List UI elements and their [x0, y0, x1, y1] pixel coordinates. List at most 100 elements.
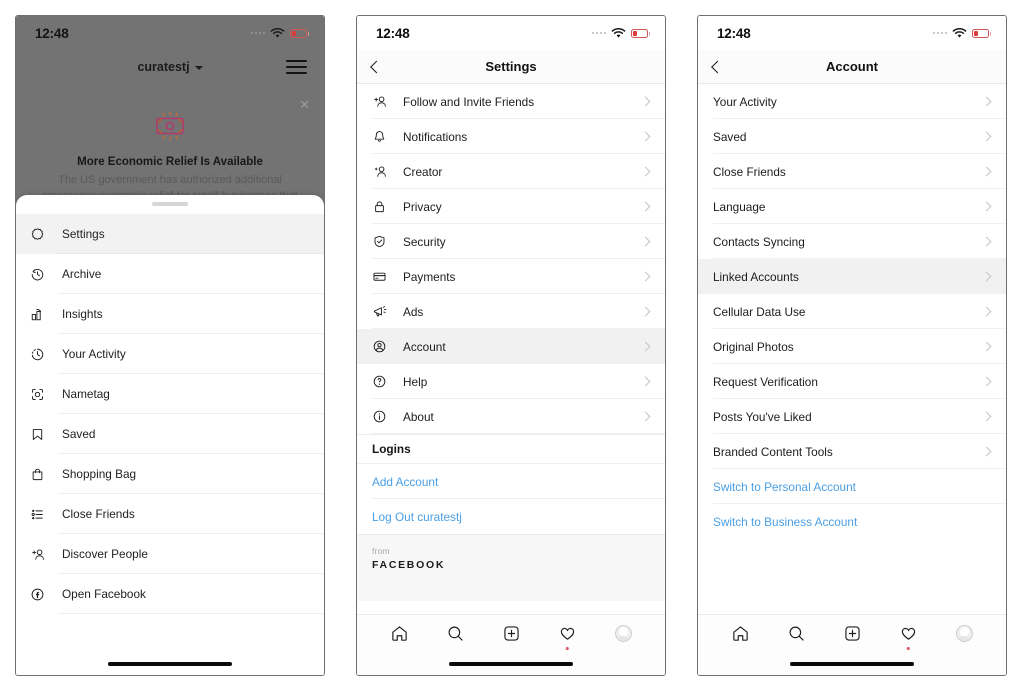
add-account-link[interactable]: Add Account [357, 464, 665, 499]
account-row-label: Branded Content Tools [713, 444, 833, 459]
plus-square-icon [844, 626, 860, 641]
chevron-right-icon [981, 446, 992, 457]
menu-item-shopping-bag[interactable]: Shopping Bag [16, 454, 324, 494]
settings-row-account[interactable]: Account [357, 329, 665, 364]
activity-clock-icon [30, 347, 56, 362]
bell-icon [372, 129, 396, 144]
money-bill-icon [148, 104, 192, 148]
chevron-right-icon [981, 411, 992, 422]
settings-row-label: Help [403, 374, 428, 389]
menu-item-archive[interactable]: Archive [16, 254, 324, 294]
chevron-right-icon [981, 341, 992, 352]
account-row-posts-youve-liked[interactable]: Posts You've Liked [698, 399, 1006, 434]
chevron-right-icon [640, 131, 651, 142]
facebook-wordmark: FACEBOOK [372, 559, 446, 571]
settings-row-help[interactable]: Help [357, 364, 665, 399]
account-list: Your Activity Saved Close Friends Langua… [698, 84, 1006, 539]
settings-row-about[interactable]: About [357, 399, 665, 434]
username-switcher[interactable]: curatestj [137, 60, 203, 74]
chevron-right-icon [640, 201, 651, 212]
tab-create[interactable] [496, 620, 526, 648]
account-row-cellular-data-use[interactable]: Cellular Data Use [698, 294, 1006, 329]
close-icon[interactable]: ✕ [299, 98, 310, 111]
back-chevron-icon[interactable] [370, 60, 383, 73]
settings-row-ads[interactable]: Ads [357, 294, 665, 329]
tab-home[interactable] [725, 620, 755, 648]
back-chevron-icon[interactable] [711, 60, 724, 73]
chevron-right-icon [640, 341, 651, 352]
signal-dots-icon [250, 31, 265, 35]
settings-row-notifications[interactable]: Notifications [357, 119, 665, 154]
menu-item-label: Saved [62, 427, 96, 441]
settings-row-creator[interactable]: Creator [357, 154, 665, 189]
settings-row-label: Follow and Invite Friends [403, 94, 535, 109]
account-row-language[interactable]: Language [698, 189, 1006, 224]
tab-activity[interactable] [893, 620, 923, 650]
tab-create[interactable] [837, 620, 867, 648]
lock-icon [372, 199, 396, 214]
account-row-linked-accounts[interactable]: Linked Accounts [698, 259, 1006, 294]
log-out-link[interactable]: Log Out curatestj [357, 499, 665, 534]
chevron-right-icon [640, 271, 651, 282]
menu-item-settings[interactable]: Settings [16, 214, 324, 254]
insights-bar-chart-icon [30, 307, 56, 322]
facebook-attribution: from FACEBOOK [357, 534, 665, 601]
add-person-icon [372, 94, 396, 109]
heart-icon [560, 627, 574, 640]
settings-row-privacy[interactable]: Privacy [357, 189, 665, 224]
account-row-close-friends[interactable]: Close Friends [698, 154, 1006, 189]
tab-search[interactable] [440, 620, 470, 648]
menu-item-open-facebook[interactable]: Open Facebook [16, 574, 324, 614]
home-icon [391, 626, 407, 641]
hamburger-icon[interactable] [286, 56, 307, 78]
switch-to-personal-account-link[interactable]: Switch to Personal Account [698, 469, 1006, 504]
tab-search[interactable] [781, 620, 811, 648]
account-row-your-activity[interactable]: Your Activity [698, 84, 1006, 119]
account-row-saved[interactable]: Saved [698, 119, 1006, 154]
account-row-branded-content-tools[interactable]: Branded Content Tools [698, 434, 1006, 469]
account-row-label: Language [713, 199, 766, 214]
phone-1-profile-menu: 12:48 curatestj ✕ More Economic Relief I… [15, 15, 325, 676]
tab-bar [357, 614, 665, 675]
tab-activity[interactable] [552, 620, 582, 650]
phone-2-screen: 12:48 Settings Follow and Invite Friends… [357, 16, 665, 675]
account-row-label: Posts You've Liked [713, 409, 812, 424]
account-row-request-verification[interactable]: Request Verification [698, 364, 1006, 399]
switch-to-business-account-link[interactable]: Switch to Business Account [698, 504, 1006, 539]
menu-item-saved[interactable]: Saved [16, 414, 324, 454]
tab-bar [698, 614, 1006, 675]
menu-item-insights[interactable]: Insights [16, 294, 324, 334]
add-person-icon [30, 547, 56, 562]
search-icon [789, 626, 804, 641]
screenshot-stage: 12:48 curatestj ✕ More Economic Relief I… [0, 0, 1024, 690]
log-out-label: Log Out curatestj [372, 509, 462, 524]
signal-dots-icon [932, 31, 947, 35]
settings-row-security[interactable]: Security [357, 224, 665, 259]
settings-row-label: Payments [403, 269, 456, 284]
account-row-contacts-syncing[interactable]: Contacts Syncing [698, 224, 1006, 259]
settings-row-label: Privacy [403, 199, 442, 214]
account-row-original-photos[interactable]: Original Photos [698, 329, 1006, 364]
wifi-icon [611, 27, 626, 38]
menu-item-your-activity[interactable]: Your Activity [16, 334, 324, 374]
home-icon [732, 626, 748, 641]
avatar-icon [614, 625, 632, 642]
sheet-grabber[interactable] [152, 202, 188, 206]
menu-item-close-friends[interactable]: Close Friends [16, 494, 324, 534]
tab-profile[interactable] [949, 620, 979, 648]
chevron-right-icon [981, 376, 992, 387]
settings-row-payments[interactable]: Payments [357, 259, 665, 294]
add-account-label: Add Account [372, 474, 439, 489]
settings-row-label: Creator [403, 164, 443, 179]
settings-row-follow-and-invite-friends[interactable]: Follow and Invite Friends [357, 84, 665, 119]
chevron-right-icon [981, 96, 992, 107]
battery-low-icon [631, 28, 650, 38]
search-icon [448, 626, 463, 641]
nametag-scan-icon [30, 387, 56, 402]
bookmark-icon [30, 427, 56, 442]
tab-home[interactable] [384, 620, 414, 648]
tab-profile[interactable] [608, 620, 638, 648]
account-row-label: Contacts Syncing [713, 234, 805, 249]
menu-item-nametag[interactable]: Nametag [16, 374, 324, 414]
menu-item-discover-people[interactable]: Discover People [16, 534, 324, 574]
